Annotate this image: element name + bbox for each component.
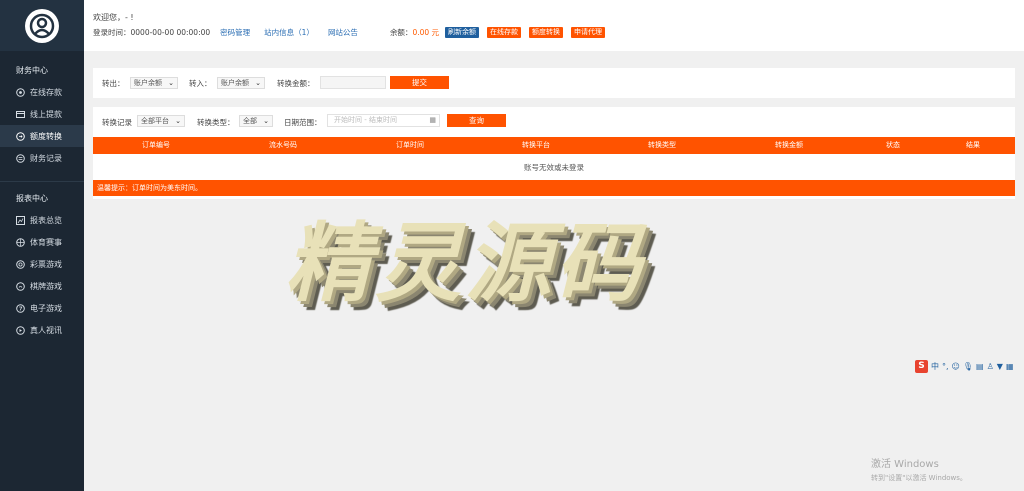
date-range-placeholder: 开始时间 - 结束时间 (334, 116, 397, 124)
transfer-type-label: 转换类型： (197, 118, 235, 127)
finance-center-title: 财务中心 (16, 66, 48, 75)
sidebar-divider (0, 181, 84, 182)
chess-icon (16, 281, 25, 291)
skin-icon[interactable]: ▼ (997, 362, 1003, 371)
transfer-amount-label: 转换金额： (277, 79, 315, 88)
column-header: 结果 (966, 141, 980, 149)
activation-title: 激活 Windows (871, 459, 939, 470)
transfer-in-label: 转入： (189, 79, 212, 88)
logo-area (0, 0, 84, 51)
apply-agent-button[interactable]: 申请代理 (571, 27, 606, 38)
welcome-text: 欢迎您，- ! (93, 13, 134, 22)
grid-icon[interactable]: ▦ (1006, 362, 1014, 371)
sidebar-item-finance-record[interactable]: 财务记录 (0, 147, 84, 169)
sidebar-item-report-overview[interactable]: 报表总览 (0, 209, 84, 231)
ball-icon (16, 237, 25, 247)
chevron-down-icon: ⌄ (175, 117, 181, 125)
emoji-icon[interactable]: ☺ (952, 362, 960, 371)
ime-toolbar[interactable]: S 中 °, ☺ 🎙 ▤ ♙ ▼ ▦ (915, 360, 1014, 373)
transfer-out-value: 账户余额 (134, 79, 162, 87)
inbox-link[interactable]: 站内信息（1） (264, 27, 314, 38)
column-header: 流水号码 (269, 141, 297, 149)
report-center-title: 报表中心 (16, 194, 48, 203)
header-info-row: 登录时间：0000-00-00 00:00:00 密码管理 站内信息（1） 网站… (93, 27, 606, 38)
sogou-logo-icon: S (915, 360, 928, 373)
transfer-type-value: 全部 (243, 117, 257, 125)
transfer-form-panel: 转出： 账户余额 ⌄ 转入： 账户余额 ⌄ 转换金额： 提交 (93, 68, 1015, 98)
windows-activation-notice: 激活 Windows 转到"设置"以激活 Windows。 (871, 455, 967, 483)
transfer-out-select[interactable]: 账户余额 ⌄ (130, 77, 178, 89)
sidebar-item-chess[interactable]: 棋牌游戏 (0, 275, 84, 297)
sidebar-item-label: 棋牌游戏 (30, 281, 62, 291)
ime-language[interactable]: 中 (931, 361, 939, 372)
deposit-icon (16, 87, 25, 97)
microphone-icon[interactable]: 🎙 (963, 362, 973, 371)
sidebar-item-label: 彩票游戏 (30, 259, 62, 269)
sidebar-item-online-deposit[interactable]: 在线存款 (0, 81, 84, 103)
transfer-amount-input[interactable] (320, 76, 386, 89)
user-icon[interactable]: ♙ (987, 362, 994, 371)
date-range-label: 日期范围： (284, 118, 322, 127)
punctuation-icon[interactable]: °, (942, 362, 949, 371)
column-header: 转换类型 (648, 141, 676, 149)
platform-select[interactable]: 全部平台 ⌄ (137, 115, 185, 127)
sidebar-item-label: 在线存款 (30, 87, 62, 97)
table-empty-row: 账号无效或未登录 (93, 157, 1015, 179)
column-header: 订单编号 (142, 141, 170, 149)
column-header: 状态 (886, 141, 900, 149)
sidebar-item-label: 电子游戏 (30, 303, 62, 313)
slot-icon (16, 303, 25, 313)
sidebar-item-label: 财务记录 (30, 153, 62, 163)
live-icon (16, 325, 25, 335)
quota-transfer-button[interactable]: 额度转换 (529, 27, 564, 38)
balance-value: 0.00 元 (412, 28, 440, 37)
sidebar-item-live[interactable]: 真人视讯 (0, 319, 84, 341)
sidebar: 财务中心 在线存款 线上提款 额度转换 财务记录 报表中心 报表总览 体育赛事 … (0, 0, 84, 491)
chart-icon (16, 215, 25, 225)
password-management-link[interactable]: 密码管理 (220, 27, 250, 38)
transfer-in-value: 账户余额 (221, 79, 249, 87)
date-range-input[interactable]: 开始时间 - 结束时间 ▦ (327, 114, 440, 127)
sidebar-item-label: 真人视讯 (30, 325, 62, 335)
submit-button[interactable]: 提交 (390, 76, 449, 89)
keyboard-icon[interactable]: ▤ (976, 362, 984, 371)
sidebar-item-quota-transfer[interactable]: 额度转换 (0, 125, 84, 147)
transfer-icon (16, 131, 25, 141)
card-icon (16, 110, 25, 119)
login-time: 登录时间：0000-00-00 00:00:00 (93, 28, 211, 37)
sidebar-item-label: 体育赛事 (30, 237, 62, 247)
balance-label: 余额： (389, 28, 413, 37)
top-header: 欢迎您，- ! 登录时间：0000-00-00 00:00:00 密码管理 站内… (84, 0, 1024, 51)
sidebar-item-sports[interactable]: 体育赛事 (0, 231, 84, 253)
sidebar-item-lottery[interactable]: 彩票游戏 (0, 253, 84, 275)
chevron-down-icon: ⌄ (263, 117, 269, 125)
column-header: 订单时间 (396, 141, 424, 149)
sidebar-item-label: 报表总览 (30, 215, 62, 225)
transfer-in-select[interactable]: 账户余额 ⌄ (217, 77, 265, 89)
column-header: 转换平台 (522, 141, 550, 149)
column-header: 转换金额 (775, 141, 803, 149)
platform-value: 全部平台 (141, 117, 169, 125)
lottery-icon (16, 259, 25, 269)
online-deposit-button[interactable]: 在线存款 (487, 27, 522, 38)
sidebar-item-label: 额度转换 (30, 131, 62, 141)
watermark-text: 精灵源码 (285, 214, 645, 314)
transfer-record-label: 转换记录 (102, 118, 132, 127)
transfer-type-select[interactable]: 全部 ⌄ (239, 115, 273, 127)
query-button[interactable]: 查询 (447, 114, 506, 127)
sidebar-item-online-withdraw[interactable]: 线上提款 (0, 103, 84, 125)
calendar-icon: ▦ (429, 116, 436, 124)
transfer-out-label: 转出： (102, 79, 125, 88)
chevron-down-icon: ⌄ (255, 79, 261, 87)
records-table-header: 订单编号 流水号码 订单时间 转换平台 转换类型 转换金额 状态 结果 (93, 137, 1015, 154)
sidebar-item-slots[interactable]: 电子游戏 (0, 297, 84, 319)
user-avatar-icon[interactable] (25, 8, 59, 43)
refresh-balance-button[interactable]: 刷新余额 (445, 27, 480, 38)
activation-subtitle: 转到"设置"以激活 Windows。 (871, 474, 967, 482)
record-icon (16, 153, 25, 163)
chevron-down-icon: ⌄ (168, 79, 174, 87)
sidebar-item-label: 线上提款 (30, 109, 62, 119)
announcement-link[interactable]: 网站公告 (328, 27, 358, 38)
